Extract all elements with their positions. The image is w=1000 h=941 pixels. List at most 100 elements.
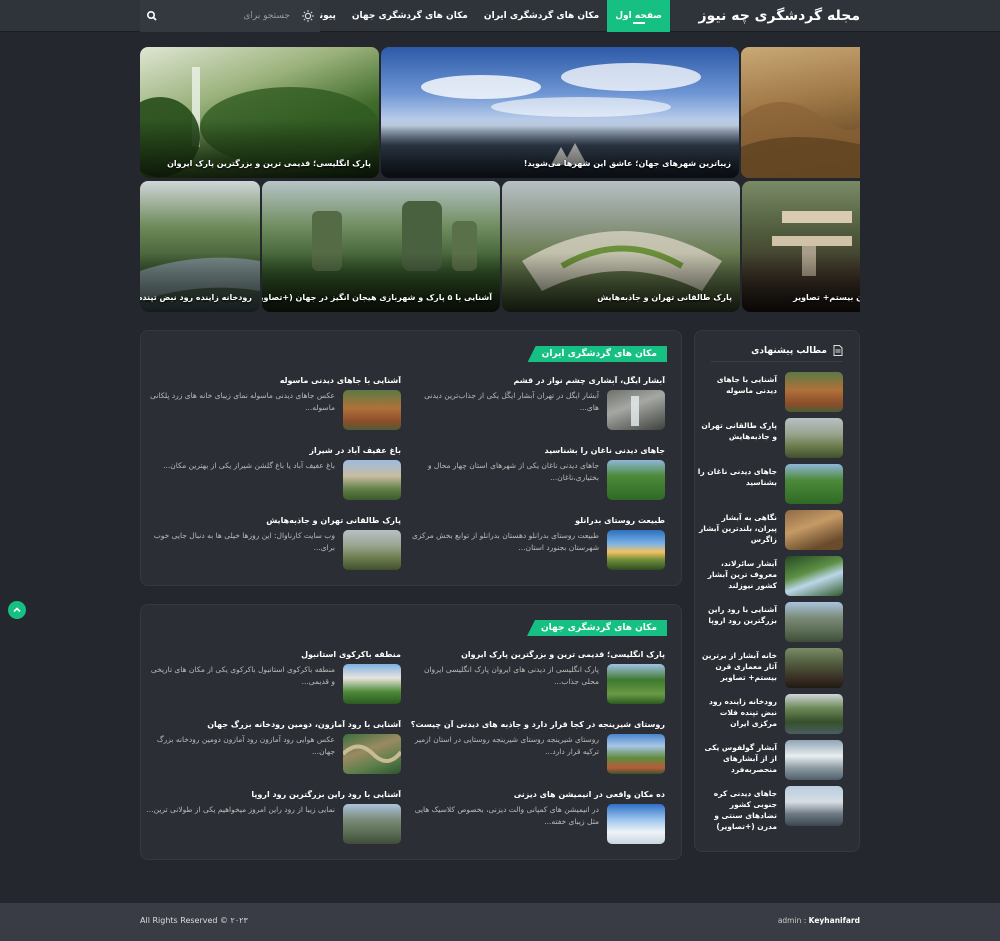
sidebar-item[interactable]: نگاهی به آبشار پیران، بلندترین آبشار زاگ…: [699, 510, 843, 550]
sidebar-thumbnail[interactable]: [785, 464, 843, 504]
post-excerpt: جاهای دیدنی ناغان یکی از شهرهای استان چه…: [427, 461, 599, 482]
slide-taleghani-park[interactable]: پارک طالقانی تهران و جاذبه‌هایش: [502, 181, 740, 312]
slide-caption: زیباترین شهرهای جهان؛ عاشق این شهرها می‌…: [523, 159, 731, 168]
sidebar-thumbnail[interactable]: [785, 510, 843, 550]
sidebar-item-title[interactable]: آبشار گولفوس یکی از از آبشارهای منحصربه‌…: [697, 742, 777, 775]
site-title[interactable]: مجله گردشگری چه نیوز: [699, 0, 860, 32]
sidebar-item-title[interactable]: آشنایی با جاهای دیدنی ماسوله: [697, 374, 777, 396]
post-excerpt: روستای شیرینجه روستای شیرینجه روستایی در…: [414, 735, 599, 756]
post-thumbnail[interactable]: [343, 390, 401, 430]
post-excerpt: آبشار ایگل در تهران آبشار ایگَل یکی از ج…: [424, 391, 599, 412]
sun-icon[interactable]: [300, 8, 316, 24]
slide-theme-parks[interactable]: آشنایی با ۵ پارک و شهربازی هیجان انگیز د…: [262, 181, 500, 312]
post-card[interactable]: پارک انگلیسی؛ قدیمی ترین و بزرگترین پارک…: [410, 650, 665, 714]
sidebar-item-title[interactable]: پارک طالقانی تهران و جاذبه‌هایش: [697, 420, 777, 442]
slide-english-park[interactable]: پارک انگلیسی؛ قدیمی ترین و بزرگترین پارک…: [140, 47, 379, 178]
sidebar-item[interactable]: آشنایی با رود راین بزرگترین رود اروپا: [707, 602, 843, 642]
sidebar-item[interactable]: آشنایی با جاهای دیدنی ماسوله: [707, 372, 843, 412]
post-card[interactable]: باغ عفیف آباد در شیراز باغ عفیف آباد یا …: [146, 446, 401, 510]
post-excerpt: نمایی زیبا از رود راین امروز میخواهیم یک…: [146, 805, 335, 814]
post-title[interactable]: طبیعت روستای بدرانلو: [410, 516, 665, 525]
post-title[interactable]: آبشار ایگل، آبشاری چشم نواز در قشم: [410, 376, 665, 385]
sidebar-item[interactable]: جاهای دیدنی کره جنوبی کشور تضادهای سنتی …: [707, 786, 843, 831]
nav-item-world-places[interactable]: مکان های گردشگری جهان: [344, 0, 476, 32]
post-card[interactable]: طبیعت روستای بدرانلو طبیعت روستای بدرانل…: [410, 516, 665, 580]
sidebar-item-title[interactable]: نگاهی به آبشار پیران، بلندترین آبشار زاگ…: [697, 512, 777, 545]
post-card[interactable]: پارک طالقانی تهران و جاذبه‌هایش وب سایت …: [146, 516, 401, 580]
search-box: [140, 0, 320, 32]
post-title[interactable]: آشنایی با رود راین بزرگترین رود اروپا: [146, 790, 401, 799]
post-title[interactable]: پارک طالقانی تهران و جاذبه‌هایش: [146, 516, 401, 525]
nav-item-home[interactable]: صفحه اول: [607, 0, 670, 32]
post-thumbnail[interactable]: [607, 664, 665, 704]
search-icon[interactable]: [144, 8, 160, 24]
slide-zayandeh-river[interactable]: رودخانه زاینده رود نبض تپنده فلا: [140, 181, 260, 312]
post-card[interactable]: منطقه باکرکوی استانبول منطقه باکرکوی است…: [146, 650, 401, 714]
slide-fallingwater[interactable]: ن بیستم+ تصاویر: [742, 181, 860, 312]
slide-caption: پارک انگلیسی؛ قدیمی ترین و بزرگترین پارک…: [167, 159, 371, 168]
sidebar-item-title[interactable]: جاهای دیدنی کره جنوبی کشور تضادهای سنتی …: [697, 788, 777, 832]
post-card[interactable]: جاهای دیدنی ناغان را بشناسید جاهای دیدنی…: [410, 446, 665, 510]
post-excerpt: عکس هوایی رود آمازون رود آمازون دومین رو…: [156, 735, 335, 756]
sidebar-divider: [711, 361, 843, 362]
post-thumbnail[interactable]: [343, 734, 401, 774]
post-title[interactable]: آشنایی با جاهای دیدنی ماسوله: [146, 376, 401, 385]
post-title[interactable]: پارک انگلیسی؛ قدیمی ترین و بزرگترین پارک…: [410, 650, 665, 659]
section-title[interactable]: مکان های گردشگری ایران: [527, 346, 667, 362]
post-thumbnail[interactable]: [607, 390, 665, 430]
post-title[interactable]: منطقه باکرکوی استانبول: [146, 650, 401, 659]
post-card[interactable]: روستای شیرینجه در کجا قرار دارد و جاذبه …: [410, 720, 665, 784]
post-excerpt: پارک انگلیسی از دیدنی های ایروان پارک ان…: [423, 665, 599, 686]
sidebar-item[interactable]: پارک طالقانی تهران و جاذبه‌هایش: [701, 418, 843, 458]
post-title[interactable]: ده مکان واقعی در انیمیشن های دیزنی: [410, 790, 665, 799]
suggested-posts-sidebar: مطالب پیشنهادی آشنایی با جاهای دیدنی ماس…: [694, 330, 860, 852]
sidebar-item[interactable]: آبشار سائرلاند، معروف ترین آبشار کشور نی…: [707, 556, 843, 596]
post-thumbnail[interactable]: [343, 530, 401, 570]
sidebar-thumbnail[interactable]: [785, 648, 843, 688]
sidebar-item-title[interactable]: جاهای دیدنی ناغان را بشناسید: [697, 466, 777, 488]
post-thumbnail[interactable]: [607, 460, 665, 500]
slide-desert[interactable]: [741, 47, 860, 178]
sidebar-thumbnail[interactable]: [785, 740, 843, 780]
sidebar-thumbnail[interactable]: [785, 556, 843, 596]
sidebar-item[interactable]: آبشار گولفوس یکی از از آبشارهای منحصربه‌…: [705, 740, 843, 780]
post-title[interactable]: آشنایی با رود آمازون، دومین رودخانه بزرگ…: [146, 720, 401, 729]
sidebar-item[interactable]: خانه آبشار از برترین آثار معماری قرن بیس…: [702, 648, 843, 688]
post-card[interactable]: آبشار ایگل، آبشاری چشم نواز در قشم آبشار…: [410, 376, 665, 440]
sidebar-item-title[interactable]: آبشار سائرلاند، معروف ترین آبشار کشور نی…: [697, 558, 777, 591]
post-thumbnail[interactable]: [343, 804, 401, 844]
post-title[interactable]: روستای شیرینجه در کجا قرار دارد و جاذبه …: [410, 720, 665, 729]
slide-caption: پارک طالقانی تهران و جاذبه‌هایش: [597, 293, 732, 302]
slide-caption: آشنایی با ۵ پارک و شهربازی هیجان انگیز د…: [262, 293, 492, 302]
sidebar-item-title[interactable]: آشنایی با رود راین بزرگترین رود اروپا: [697, 604, 777, 626]
sidebar-thumbnail[interactable]: [785, 602, 843, 642]
post-card[interactable]: ده مکان واقعی در انیمیشن های دیزنی در ان…: [410, 790, 665, 854]
search-input[interactable]: [170, 8, 290, 24]
sidebar-thumbnail[interactable]: [785, 372, 843, 412]
post-card[interactable]: آشنایی با رود آمازون، دومین رودخانه بزرگ…: [146, 720, 401, 784]
post-thumbnail[interactable]: [343, 664, 401, 704]
sidebar-thumbnail[interactable]: [785, 418, 843, 458]
author-name[interactable]: Keyhanifard: [809, 916, 860, 925]
sidebar-thumbnail[interactable]: [785, 694, 843, 734]
featured-slider: پارک انگلیسی؛ قدیمی ترین و بزرگترین پارک…: [140, 47, 860, 312]
nav-item-iran-places[interactable]: مکان های گردشگری ایران: [476, 0, 607, 32]
slide-world-cities[interactable]: زیباترین شهرهای جهان؛ عاشق این شهرها می‌…: [381, 47, 739, 178]
sidebar-item-title[interactable]: خانه آبشار از برترین آثار معماری قرن بیس…: [697, 650, 777, 683]
sidebar-title: مطالب پیشنهادی: [751, 345, 827, 356]
post-thumbnail[interactable]: [607, 530, 665, 570]
scroll-to-top-button[interactable]: [8, 601, 26, 619]
post-thumbnail[interactable]: [607, 804, 665, 844]
sidebar-thumbnail[interactable]: [785, 786, 843, 826]
section-title[interactable]: مکان های گردشگری جهان: [526, 620, 667, 636]
sidebar-item-title[interactable]: رودخانه زاینده رود نبض تپنده فلات مرکزی …: [697, 696, 777, 729]
post-title[interactable]: جاهای دیدنی ناغان را بشناسید: [410, 446, 665, 455]
post-title[interactable]: باغ عفیف آباد در شیراز: [146, 446, 401, 455]
sidebar-item[interactable]: رودخانه زاینده رود نبض تپنده فلات مرکزی …: [707, 694, 843, 734]
post-card[interactable]: آشنایی با رود راین بزرگترین رود اروپا نم…: [146, 790, 401, 854]
post-thumbnail[interactable]: [343, 460, 401, 500]
post-excerpt: طبیعت روستای بدرانلو دهستان بدرانلو از ت…: [412, 531, 599, 552]
post-card[interactable]: آشنایی با جاهای دیدنی ماسوله عکس جاهای د…: [146, 376, 401, 440]
post-thumbnail[interactable]: [607, 734, 665, 774]
sidebar-item[interactable]: جاهای دیدنی ناغان را بشناسید: [698, 464, 843, 504]
